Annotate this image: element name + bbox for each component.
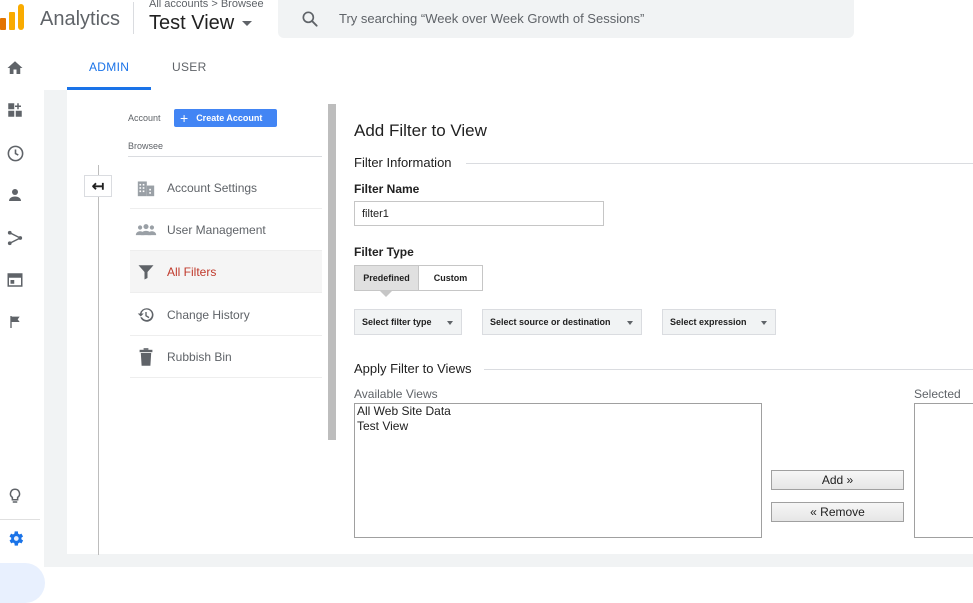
caret-down-icon (627, 321, 633, 325)
predefined-toggle[interactable]: Predefined (354, 265, 419, 291)
section-divider (484, 369, 973, 370)
account-breadcrumb[interactable]: All accounts > Browsee (149, 0, 264, 10)
view-name: Test View (149, 12, 235, 34)
admin-user-tabs: ADMIN USER (44, 45, 973, 90)
menu-item-label: Rubbish Bin (167, 349, 232, 364)
list-item[interactable]: All Web Site Data (355, 404, 761, 419)
filter-name-label: Filter Name (354, 182, 420, 196)
dropdown-label: Select expression (670, 317, 747, 327)
page-title: Add Filter to View (354, 121, 487, 140)
menu-item-rubbish-bin[interactable]: Rubbish Bin (130, 336, 322, 378)
caret-down-icon (761, 321, 767, 325)
caret-down-icon (242, 21, 253, 27)
selected-pointer-icon (380, 291, 392, 297)
expression-dropdown[interactable]: Select expression (662, 309, 776, 335)
analytics-logo[interactable] (0, 4, 26, 30)
customization-icon[interactable] (4, 99, 26, 121)
back-arrow-button[interactable]: ↤ (84, 175, 112, 197)
home-icon[interactable] (4, 57, 26, 79)
custom-label: Custom (433, 273, 468, 283)
account-divider (128, 156, 322, 157)
list-item[interactable]: Test View (355, 419, 761, 434)
available-views-label: Available Views (354, 387, 438, 401)
top-header: Analytics All accounts > Browsee Test Vi… (0, 0, 973, 45)
filter-information-heading: Filter Information (354, 155, 452, 170)
building-icon (135, 177, 157, 199)
rail-divider (0, 519, 40, 520)
trash-icon (135, 346, 157, 368)
available-views-list[interactable]: All Web Site Data Test View (354, 403, 762, 538)
history-icon (135, 304, 157, 326)
tab-admin[interactable]: ADMIN (89, 60, 129, 74)
behavior-icon[interactable] (4, 269, 26, 291)
section-divider (466, 163, 973, 164)
caret-down-icon (447, 321, 453, 325)
admin-active-indicator (0, 563, 45, 603)
back-arrow-icon: ↤ (91, 178, 105, 195)
tab-user[interactable]: USER (172, 60, 207, 74)
remove-button-label: « Remove (810, 505, 865, 519)
menu-item-label: All Filters (167, 264, 217, 279)
acquisition-icon[interactable] (4, 227, 26, 249)
account-label: Account (128, 113, 161, 123)
add-button-label: Add » (821, 473, 854, 487)
people-icon (135, 219, 157, 241)
predefined-label: Predefined (363, 273, 410, 283)
filter-type-dropdown[interactable]: Select filter type (354, 309, 462, 335)
filter-icon (135, 261, 157, 283)
audience-icon[interactable] (4, 184, 26, 206)
filter-type-label: Filter Type (354, 245, 414, 259)
apply-filter-heading: Apply Filter to Views (354, 361, 472, 376)
realtime-icon[interactable] (4, 142, 26, 164)
menu-item-account-settings[interactable]: Account Settings (130, 167, 322, 209)
menu-item-label: Account Settings (167, 180, 258, 195)
plus-icon: + (180, 110, 189, 126)
menu-item-label: Change History (167, 307, 250, 322)
menu-item-user-management[interactable]: User Management (130, 209, 322, 251)
create-account-label: Create Account (196, 113, 263, 123)
selected-views-list[interactable] (914, 403, 973, 538)
remove-view-button[interactable]: « Remove (771, 502, 904, 522)
app-name: Analytics (40, 8, 121, 30)
search-placeholder: Try searching “Week over Week Growth of … (339, 11, 645, 26)
left-nav-rail (0, 45, 45, 603)
create-account-button[interactable]: + Create Account (174, 109, 277, 127)
menu-item-change-history[interactable]: Change History (130, 294, 322, 336)
search-icon (302, 11, 318, 27)
admin-gear-icon[interactable] (4, 527, 26, 549)
conversions-icon[interactable] (4, 311, 26, 333)
dropdown-label: Select filter type (362, 317, 432, 327)
tree-connector-line (98, 165, 99, 555)
add-view-button[interactable]: Add » (771, 470, 904, 490)
custom-toggle[interactable]: Custom (418, 265, 483, 291)
search-bar[interactable]: Try searching “Week over Week Growth of … (278, 0, 854, 38)
menu-item-label: User Management (167, 222, 266, 237)
filter-name-input[interactable] (354, 201, 604, 226)
account-name[interactable]: Browsee (128, 141, 163, 151)
discover-icon[interactable] (4, 485, 26, 507)
column-scrollbar[interactable] (328, 104, 336, 440)
view-selector[interactable]: Test View (149, 12, 253, 35)
source-destination-dropdown[interactable]: Select source or destination (482, 309, 642, 335)
menu-item-all-filters[interactable]: All Filters (130, 251, 322, 293)
dropdown-label: Select source or destination (490, 317, 611, 327)
header-divider (133, 2, 134, 34)
